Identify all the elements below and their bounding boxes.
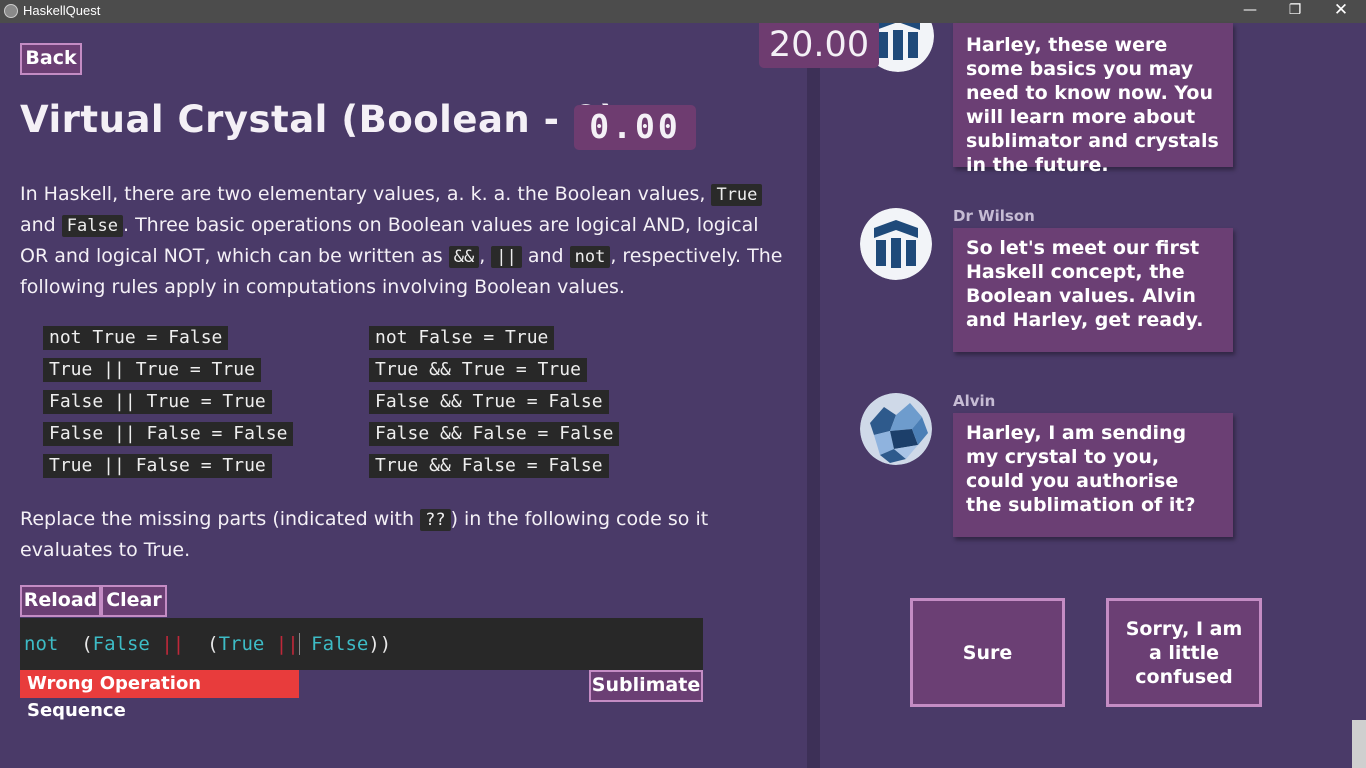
- window-title: HaskellQuest: [23, 3, 101, 18]
- rule-left-2: True || True = True: [43, 358, 261, 382]
- maximize-button[interactable]: ❐: [1272, 0, 1318, 23]
- code-editor[interactable]: not (False || (True || False)): [20, 618, 703, 670]
- crystal-avatar-icon: [860, 393, 932, 465]
- inline-code: False: [61, 215, 123, 237]
- inline-code: &&: [448, 246, 480, 268]
- inline-code: True: [711, 184, 763, 206]
- code-token: (: [207, 633, 219, 655]
- chat-bubble: So let's meet our first Haskell concept,…: [953, 228, 1233, 352]
- rule-left-3: False || True = True: [43, 390, 272, 414]
- speaker-name: Alvin: [953, 392, 996, 410]
- instruction-text: Replace the missing parts (indicated wit…: [20, 508, 709, 561]
- choice-sure-button[interactable]: Sure: [910, 598, 1065, 707]
- chat-bubble: Harley, these were some basics you may n…: [953, 23, 1233, 176]
- code-token: ||: [275, 633, 299, 655]
- sublimate-button[interactable]: Sublimate: [589, 670, 703, 702]
- rule-left-5: True || False = True: [43, 454, 272, 478]
- lesson-intro-text: In Haskell, there are two elementary val…: [20, 183, 783, 298]
- panel-divider[interactable]: [807, 23, 820, 768]
- text-cursor: [298, 633, 300, 655]
- robot-avatar-icon: [860, 208, 932, 280]
- back-button[interactable]: Back: [20, 43, 82, 75]
- chat-scrollbar[interactable]: [1352, 23, 1366, 768]
- code-token: ||: [161, 633, 185, 655]
- clear-button[interactable]: Clear: [101, 585, 167, 617]
- app-logo-icon: [4, 4, 18, 18]
- close-window-button[interactable]: ✕: [1318, 0, 1364, 23]
- error-message: Wrong Operation Sequence: [20, 670, 299, 721]
- rule-right-4: False && False = False: [369, 422, 620, 446]
- rule-right-5: True && False = False: [369, 454, 609, 478]
- minimize-button[interactable]: —: [1227, 0, 1273, 23]
- inline-code: ??: [420, 509, 451, 531]
- rule-right-3: False && True = False: [369, 390, 609, 414]
- code-token: )): [368, 633, 392, 655]
- score-badge: 0.00: [574, 105, 696, 150]
- inline-code: ||: [491, 246, 522, 268]
- reload-button[interactable]: Reload: [20, 585, 101, 617]
- rule-left-1: not True = False: [43, 326, 229, 350]
- code-token: False: [311, 633, 369, 655]
- speaker-name: Dr Wilson: [953, 207, 1035, 225]
- chat-scrollbar-thumb[interactable]: [1352, 720, 1366, 768]
- page-title: Virtual Crystal (Boolean - 0): [20, 98, 617, 141]
- rule-right-1: not False = True: [369, 326, 555, 350]
- rule-left-4: False || False = False: [43, 422, 294, 446]
- code-token: True: [218, 633, 265, 655]
- chat-bubble: Harley, I am sending my crystal to you, …: [953, 413, 1233, 537]
- rule-right-2: True && True = True: [369, 358, 587, 382]
- code-token: not: [24, 633, 59, 655]
- window-titlebar: HaskellQuest — ❐ ✕: [0, 0, 1366, 23]
- code-token: False: [92, 633, 150, 655]
- inline-code: not: [569, 246, 611, 268]
- timer-badge: 20.00: [759, 23, 879, 68]
- choice-confused-button[interactable]: Sorry, I am a little confused: [1106, 598, 1262, 707]
- code-token: (: [81, 633, 93, 655]
